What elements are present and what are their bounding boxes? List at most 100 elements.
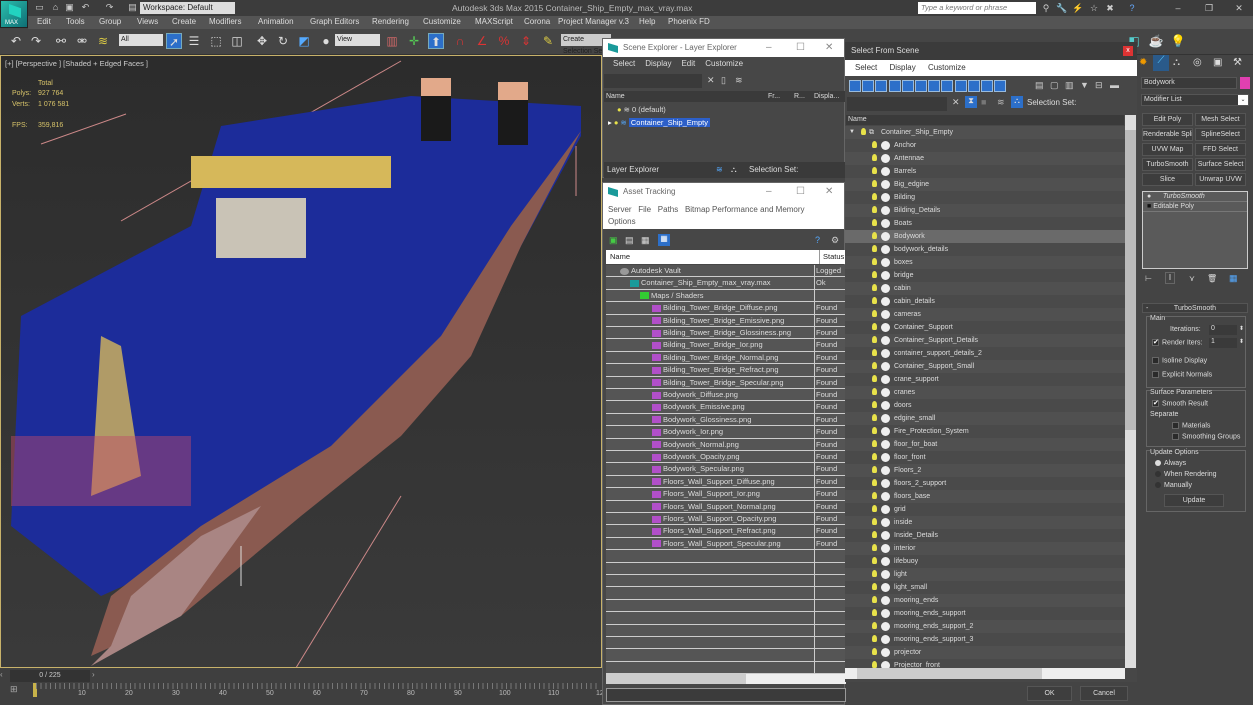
bulb-icon[interactable] [872, 258, 877, 265]
filter-hidden-button[interactable] [994, 80, 1007, 92]
pivot-center-icon[interactable]: ▥ [384, 33, 400, 49]
col-render[interactable]: R... [794, 91, 805, 102]
time-ruler[interactable] [36, 683, 600, 689]
object-list-item[interactable]: bodywork_details [845, 243, 1125, 256]
menu-create[interactable]: Create [172, 17, 196, 26]
object-list-item[interactable]: Container_Support_Small [845, 360, 1125, 373]
object-list-item[interactable]: doors [845, 399, 1125, 412]
radio[interactable] [1155, 482, 1161, 489]
app-logo[interactable]: MAX [0, 0, 28, 28]
bulb-icon[interactable] [872, 609, 877, 616]
bulb-icon[interactable] [872, 596, 877, 603]
asset-row[interactable]: Bodywork_Normal.png Found [606, 438, 846, 451]
asset-row[interactable]: Bodywork_Diffuse.png Found [606, 389, 846, 402]
filter-toggle-button[interactable]: ⧗ [965, 96, 977, 108]
asset-row[interactable]: Bilding_Tower_Bridge_Glossiness.png Found [606, 327, 846, 340]
object-list-item[interactable]: inside [845, 516, 1125, 529]
hierarchy-icon[interactable]: ⛬ [731, 162, 737, 178]
close-icon[interactable]: ✕ [1233, 2, 1245, 14]
menu-display[interactable]: Display [645, 59, 671, 68]
make-unique-icon[interactable]: ⋎ [1189, 274, 1195, 283]
refresh-icon[interactable]: ▣ [609, 235, 618, 246]
menu-edit[interactable]: Edit [681, 59, 695, 68]
utilities-tab-icon[interactable]: ⚒ [1233, 57, 1242, 68]
pin-stack-icon[interactable]: ⊢ [1145, 274, 1152, 283]
object-list-item[interactable]: floor_for_boat [845, 438, 1125, 451]
modifier-button-ffd-select[interactable]: FFD Select [1195, 143, 1246, 156]
asset-row[interactable]: Autodesk Vault Logged [606, 265, 846, 278]
help-icon[interactable]: ? [1126, 2, 1138, 14]
asset-row[interactable]: Bodywork_Specular.png Found [606, 463, 846, 476]
menu-select[interactable]: Select [855, 63, 877, 72]
open-file-icon[interactable]: ⌂ [50, 2, 61, 13]
configure-sets-icon[interactable]: ▦ [1229, 273, 1238, 284]
menu-server[interactable]: Server [608, 205, 632, 214]
layers-icon[interactable]: ≋ [735, 75, 743, 86]
menu-phoenix-fd[interactable]: Phoenix FD [668, 17, 710, 26]
spinner-arrows-icon[interactable]: ⬍ [1239, 325, 1244, 332]
binoculars-icon[interactable]: ⚲ [1040, 2, 1052, 14]
maximize-icon[interactable]: ☐ [796, 39, 805, 57]
minimize-icon[interactable]: – [766, 183, 772, 201]
bulb-icon[interactable] [872, 141, 877, 148]
menu-project-manager[interactable]: Project Manager v.3 [558, 17, 629, 26]
bulb-icon[interactable] [872, 427, 877, 434]
filter-groups-button[interactable] [928, 80, 941, 92]
menu-modifiers[interactable]: Modifiers [209, 17, 241, 26]
radio[interactable] [1155, 471, 1161, 478]
bulb-icon[interactable] [872, 622, 877, 629]
object-list-item[interactable]: floors_base [845, 490, 1125, 503]
bulb-icon[interactable] [872, 479, 877, 486]
object-list-item[interactable]: mooring_ends_support_2 [845, 620, 1125, 633]
checkbox[interactable] [1152, 339, 1159, 346]
filter-frozen-button[interactable] [981, 80, 993, 92]
cancel-button[interactable]: Cancel [1080, 686, 1128, 701]
object-list-item[interactable]: Fire_Protection_System [845, 425, 1125, 438]
filter-bones-button[interactable] [954, 80, 967, 92]
object-list-item[interactable]: Container_Support_Details [845, 334, 1125, 347]
filter-lights-button[interactable] [875, 80, 888, 92]
menu-customize[interactable]: Customize [928, 63, 966, 72]
checkbox[interactable] [1152, 400, 1159, 407]
filter-spacewarps-button[interactable] [915, 80, 927, 92]
find-input[interactable] [847, 97, 947, 111]
filter-containers-button[interactable] [967, 80, 980, 92]
asset-row[interactable] [606, 661, 846, 675]
hierarchy-tab-icon[interactable]: ⛬ [1173, 57, 1180, 68]
explicit-normals-checkbox[interactable]: Explicit Normals [1152, 371, 1212, 378]
unlink-icon[interactable]: ⚮ [74, 33, 90, 49]
path-field[interactable] [606, 688, 846, 702]
bind-spacewarp-icon[interactable]: ≋ [95, 33, 111, 49]
turbosmooth-rollout-header[interactable]: - TurboSmooth [1142, 303, 1248, 313]
modifier-button-splineselect[interactable]: SplineSelect [1195, 128, 1246, 141]
asset-row[interactable] [606, 562, 846, 575]
vertical-scrollbar[interactable] [1125, 115, 1136, 668]
filter-geometry-button[interactable] [849, 80, 861, 92]
bulb-icon[interactable] [872, 518, 877, 525]
object-list-item[interactable]: Boats [845, 217, 1125, 230]
filter-cameras-button[interactable] [888, 80, 901, 92]
sort-icon[interactable]: ⊟ [1095, 80, 1103, 91]
star-icon[interactable]: ☆ [1088, 2, 1100, 14]
col-name[interactable]: Name [610, 250, 630, 264]
object-name-field[interactable]: Bodywork [1141, 77, 1237, 89]
asset-row[interactable] [606, 575, 846, 588]
bulb-icon[interactable] [872, 583, 877, 590]
bulb-icon[interactable] [872, 466, 877, 473]
object-list-item[interactable]: crane_support [845, 373, 1125, 386]
thumbnail-view-icon[interactable]: ▦ [641, 235, 650, 246]
reference-coord-dropdown[interactable]: View [335, 34, 380, 46]
menu-customize[interactable]: Customize [423, 17, 461, 26]
object-list-item[interactable]: Container_Support [845, 321, 1125, 334]
iterations-spinner[interactable]: 0 [1209, 325, 1237, 335]
object-list-item[interactable]: Barrels [845, 165, 1125, 178]
object-list-item[interactable]: cranes [845, 386, 1125, 399]
select-icon[interactable]: ■ [981, 97, 986, 107]
object-list-item[interactable]: cameras [845, 308, 1125, 321]
object-list-item[interactable]: interior [845, 542, 1125, 555]
bulb-icon[interactable] [872, 375, 877, 382]
prev-frame-icon[interactable]: ‹ [0, 670, 8, 682]
object-list-item[interactable]: mooring_ends_support_3 [845, 633, 1125, 646]
bulb-icon[interactable] [872, 648, 877, 655]
bulb-icon[interactable] [872, 167, 877, 174]
